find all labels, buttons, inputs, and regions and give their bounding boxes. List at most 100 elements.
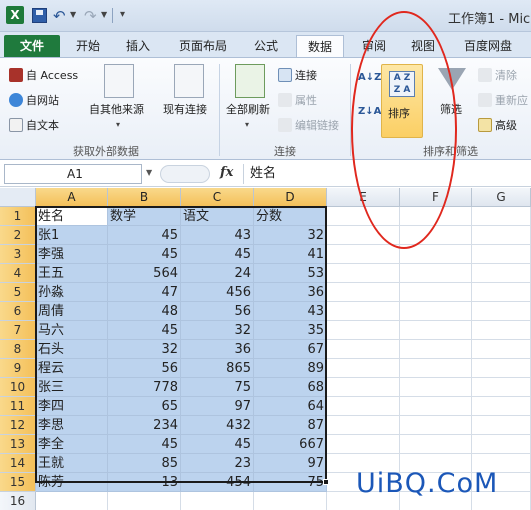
column-header-b[interactable]: B xyxy=(108,188,181,207)
table-cell[interactable]: 89 xyxy=(254,359,327,378)
table-cell[interactable]: 41 xyxy=(254,245,327,264)
other-sources-dropdown-icon[interactable]: ▾ xyxy=(116,120,120,129)
table-cell[interactable] xyxy=(472,264,531,283)
table-cell[interactable] xyxy=(472,397,531,416)
table-cell[interactable]: 68 xyxy=(254,378,327,397)
table-cell[interactable]: 36 xyxy=(254,283,327,302)
tab-home[interactable]: 开始 xyxy=(68,35,108,57)
save-icon[interactable] xyxy=(32,8,47,23)
table-cell[interactable] xyxy=(327,359,400,378)
table-cell[interactable]: 56 xyxy=(181,302,254,321)
table-cell[interactable]: 97 xyxy=(181,397,254,416)
column-header-d[interactable]: D xyxy=(254,188,327,207)
undo-dropdown-icon[interactable]: ▼ xyxy=(70,10,76,19)
tab-page-layout[interactable]: 页面布局 xyxy=(171,35,235,57)
redo-dropdown-icon[interactable]: ▼ xyxy=(101,10,107,19)
table-cell[interactable]: 24 xyxy=(181,264,254,283)
table-cell[interactable]: 85 xyxy=(108,454,181,473)
refresh-all-button[interactable]: 全部刷新 xyxy=(226,101,270,117)
refresh-icon[interactable] xyxy=(235,64,265,98)
table-cell[interactable]: 234 xyxy=(108,416,181,435)
row-header[interactable]: 16 xyxy=(0,492,36,510)
table-cell[interactable]: 43 xyxy=(181,226,254,245)
table-cell[interactable] xyxy=(36,492,108,510)
table-cell[interactable] xyxy=(108,492,181,510)
table-cell[interactable]: 64 xyxy=(254,397,327,416)
table-cell[interactable] xyxy=(472,359,531,378)
table-cell[interactable] xyxy=(400,226,472,245)
table-cell[interactable]: 23 xyxy=(181,454,254,473)
sort-ascending-button[interactable]: A↓Z xyxy=(358,72,381,83)
table-cell[interactable]: 李思 xyxy=(36,416,108,435)
column-header-g[interactable]: G xyxy=(472,188,531,207)
table-cell[interactable] xyxy=(400,359,472,378)
column-header-e[interactable]: E xyxy=(327,188,400,207)
table-cell[interactable]: 56 xyxy=(108,359,181,378)
tab-formulas[interactable]: 公式 xyxy=(246,35,286,57)
table-cell[interactable] xyxy=(400,378,472,397)
table-cell[interactable]: 张1 xyxy=(36,226,108,245)
table-cell[interactable]: 454 xyxy=(181,473,254,492)
table-cell[interactable] xyxy=(327,207,400,226)
table-cell[interactable] xyxy=(472,207,531,226)
row-header[interactable]: 14 xyxy=(0,454,36,473)
table-cell[interactable] xyxy=(472,340,531,359)
row-header[interactable]: 6 xyxy=(0,302,36,321)
table-cell[interactable]: 陈芳 xyxy=(36,473,108,492)
table-cell[interactable] xyxy=(472,226,531,245)
table-cell[interactable]: 75 xyxy=(254,473,327,492)
existing-connection-icon[interactable] xyxy=(174,64,204,98)
row-header[interactable]: 9 xyxy=(0,359,36,378)
table-cell[interactable] xyxy=(472,245,531,264)
from-other-sources-button[interactable]: 自其他来源 xyxy=(89,101,144,117)
table-cell[interactable] xyxy=(327,283,400,302)
table-cell[interactable]: 程云 xyxy=(36,359,108,378)
table-cell[interactable] xyxy=(400,207,472,226)
table-cell[interactable]: 王五 xyxy=(36,264,108,283)
table-cell[interactable] xyxy=(400,302,472,321)
table-cell[interactable] xyxy=(400,435,472,454)
table-cell[interactable] xyxy=(472,283,531,302)
table-cell[interactable] xyxy=(327,340,400,359)
filter-icon[interactable] xyxy=(438,68,466,90)
table-cell[interactable] xyxy=(327,264,400,283)
advanced-button[interactable]: 高级 xyxy=(478,117,517,133)
table-cell[interactable]: 53 xyxy=(254,264,327,283)
table-cell[interactable]: 47 xyxy=(108,283,181,302)
table-cell[interactable]: 36 xyxy=(181,340,254,359)
table-cell[interactable] xyxy=(181,492,254,510)
column-header-f[interactable]: F xyxy=(400,188,472,207)
table-cell[interactable]: 45 xyxy=(181,435,254,454)
sort-descending-button[interactable]: Z↓A xyxy=(358,106,381,117)
table-cell[interactable]: 分数 xyxy=(254,207,327,226)
table-cell[interactable]: 32 xyxy=(181,321,254,340)
table-cell[interactable]: 李全 xyxy=(36,435,108,454)
table-cell[interactable]: 43 xyxy=(254,302,327,321)
row-header[interactable]: 3 xyxy=(0,245,36,264)
table-cell[interactable] xyxy=(254,492,327,510)
table-cell[interactable] xyxy=(327,245,400,264)
table-cell[interactable] xyxy=(400,397,472,416)
table-cell[interactable] xyxy=(327,226,400,245)
table-cell[interactable]: 13 xyxy=(108,473,181,492)
table-cell[interactable] xyxy=(327,416,400,435)
row-header[interactable]: 12 xyxy=(0,416,36,435)
table-cell[interactable]: 87 xyxy=(254,416,327,435)
table-cell[interactable] xyxy=(472,416,531,435)
table-cell[interactable]: 667 xyxy=(254,435,327,454)
insert-function-icon[interactable]: fx xyxy=(220,165,233,180)
table-cell[interactable] xyxy=(327,302,400,321)
table-cell[interactable]: 李强 xyxy=(36,245,108,264)
filter-button[interactable]: 筛选 xyxy=(440,101,462,117)
table-cell[interactable]: 45 xyxy=(181,245,254,264)
table-cell[interactable] xyxy=(400,340,472,359)
clear-button[interactable]: 清除 xyxy=(478,67,517,83)
table-cell[interactable]: 姓名 xyxy=(36,207,108,226)
tab-data[interactable]: 数据 xyxy=(296,35,344,57)
table-cell[interactable]: 45 xyxy=(108,226,181,245)
table-cell[interactable] xyxy=(472,302,531,321)
table-cell[interactable]: 王就 xyxy=(36,454,108,473)
sort-button[interactable]: A ZZ A 排序 xyxy=(381,64,423,138)
from-web-button[interactable]: 自网站 xyxy=(9,92,59,108)
edit-links-button[interactable]: 编辑链接 xyxy=(278,117,339,133)
